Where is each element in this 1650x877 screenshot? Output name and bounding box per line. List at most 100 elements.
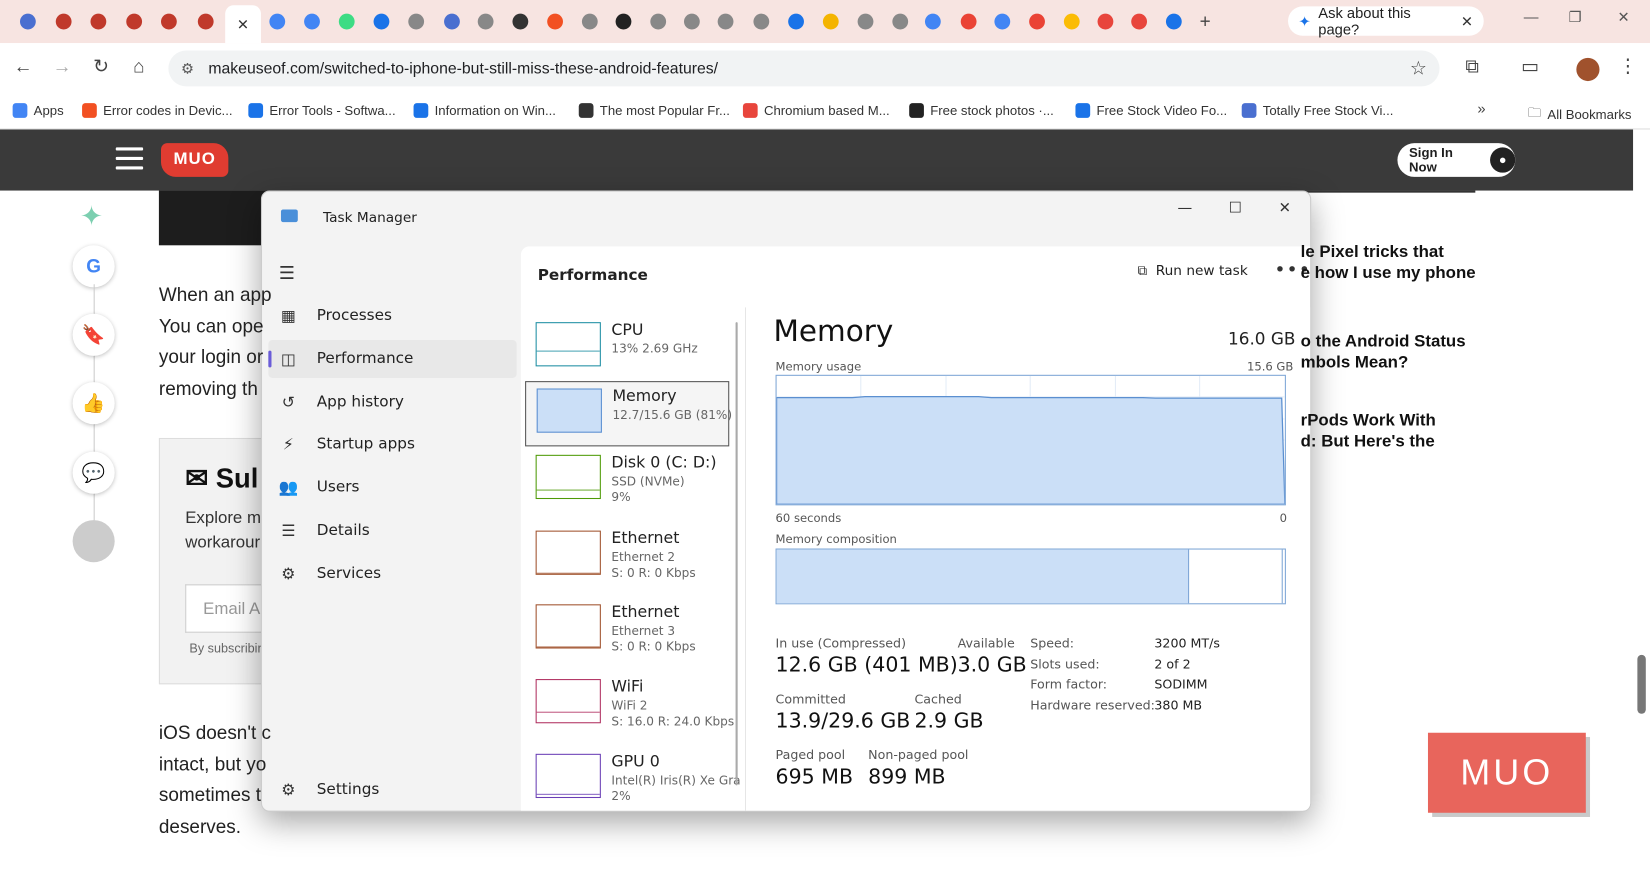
extensions-icon[interactable]: ⧉ — [1460, 56, 1485, 78]
resource-item-wifi[interactable]: WiFi WiFi 2 S: 16.0 R: 24.0 Kbps — [525, 673, 734, 738]
browser-tab[interactable] — [677, 7, 706, 34]
browser-tab[interactable] — [190, 7, 219, 34]
tm-maximize-icon[interactable]: ☐ — [1220, 200, 1252, 217]
resource-item-memory[interactable]: Memory 12.7/15.6 GB (81%) — [525, 381, 732, 447]
browser-tab[interactable] — [816, 7, 845, 34]
ask-about-page-tab[interactable]: ✦ Ask about this page? ✕ — [1288, 4, 1484, 38]
bookmark-icon[interactable]: 🔖 — [72, 313, 115, 356]
nav-startup-apps[interactable]: ⚡ Startup apps — [268, 425, 516, 463]
browser-tab[interactable] — [1159, 7, 1188, 34]
browser-tab[interactable] — [540, 7, 569, 34]
comments-icon[interactable]: 💬 — [72, 451, 115, 494]
user-avatar-icon[interactable] — [72, 520, 115, 563]
browser-tab[interactable] — [331, 7, 360, 34]
browser-tab[interactable] — [48, 7, 77, 34]
site-logo[interactable]: MUO — [161, 143, 229, 177]
browser-tab[interactable] — [885, 7, 914, 34]
related-article-link[interactable]: le Pixel tricks that e how I use my phone — [1301, 242, 1490, 284]
resource-item-disk[interactable]: Disk 0 (C: D:) SSD (NVMe) 9% — [525, 448, 729, 513]
bookmark-item[interactable]: Free stock photos ·... — [909, 103, 1054, 118]
browser-tab[interactable] — [575, 7, 604, 34]
profile-avatar[interactable] — [1576, 57, 1600, 82]
home-icon[interactable]: ⌂ — [126, 56, 151, 78]
browser-tab[interactable]: ✕ — [225, 5, 261, 44]
bookmark-item[interactable]: Totally Free Stock Vi... — [1241, 103, 1393, 118]
more-bookmarks-icon[interactable]: » — [1477, 100, 1485, 117]
bookmark-item[interactable]: Information on Win... — [413, 103, 556, 118]
browser-tab[interactable] — [1124, 7, 1153, 34]
nav-services[interactable]: ⚙ Services — [268, 555, 516, 593]
cast-search-icon[interactable]: ▭ — [1517, 56, 1542, 78]
bookmark-item[interactable]: Free Stock Video Fo... — [1075, 103, 1227, 118]
thumbs-up-icon[interactable]: 👍 — [72, 382, 115, 425]
resource-item-ethernet[interactable]: Ethernet Ethernet 2 S: 0 R: 0 Kbps — [525, 524, 729, 589]
browser-tab[interactable] — [987, 7, 1016, 34]
task-manager-window[interactable]: Task Manager — ☐ ✕ ☰ ⚙ Settings Performa… — [260, 190, 1312, 812]
browser-tab[interactable] — [262, 7, 291, 34]
browser-tab[interactable] — [437, 7, 466, 34]
resource-item-cpu[interactable]: CPU 13% 2.69 GHz — [525, 316, 729, 381]
hamburger-menu-icon[interactable] — [115, 147, 144, 170]
bookmark-item[interactable]: The most Popular Fr... — [578, 103, 730, 118]
bookmark-star-icon[interactable]: ☆ — [1410, 57, 1427, 79]
browser-tab[interactable] — [154, 7, 183, 34]
nav-details[interactable]: ☰ Details — [268, 512, 516, 550]
bookmark-item[interactable]: Error codes in Devic... — [82, 103, 233, 118]
browser-tab[interactable] — [83, 7, 112, 34]
browser-tab[interactable] — [505, 7, 534, 34]
bookmark-item[interactable]: Chromium based M... — [742, 103, 890, 118]
browser-tab[interactable] — [746, 7, 775, 34]
nav-performance[interactable]: ◫ Performance — [268, 340, 517, 378]
resource-item-ethernet[interactable]: Ethernet Ethernet 3 S: 0 R: 0 Kbps — [525, 598, 729, 663]
ai-sparkle-icon[interactable]: ✦ — [80, 200, 103, 233]
nav-processes[interactable]: ▦ Processes — [268, 297, 516, 335]
related-article-link[interactable]: o the Android Status mbols Mean? — [1301, 332, 1490, 374]
minimize-icon[interactable]: — — [1515, 8, 1547, 25]
close-icon[interactable]: ✕ — [1461, 12, 1473, 30]
resource-item-gpu[interactable]: GPU 0 Intel(R) Iris(R) Xe Gra 2% — [525, 747, 741, 810]
browser-tab[interactable] — [918, 7, 947, 34]
browser-tab[interactable] — [781, 7, 810, 34]
browser-tab[interactable] — [13, 7, 42, 34]
bookmark-item[interactable]: Apps — [12, 103, 64, 118]
sign-in-button[interactable]: Sign In Now ● — [1397, 143, 1516, 177]
address-bar[interactable]: ⚙ makeuseof.com/switched-to-iphone-but-s… — [168, 50, 1440, 87]
back-icon[interactable]: ← — [11, 56, 36, 78]
run-new-task-button[interactable]: ⧉ Run new task — [1138, 263, 1248, 279]
nav-hamburger-icon[interactable]: ☰ — [279, 263, 295, 284]
browser-tab[interactable] — [953, 7, 982, 34]
site-info-icon[interactable]: ⚙ — [181, 59, 194, 77]
browser-tab[interactable] — [119, 7, 148, 34]
nav-settings[interactable]: ⚙ Settings — [268, 771, 516, 809]
browser-tab[interactable] — [366, 7, 395, 34]
browser-tab[interactable] — [850, 7, 879, 34]
close-window-icon[interactable]: ✕ — [1608, 8, 1640, 26]
restore-icon[interactable]: ❐ — [1560, 8, 1592, 26]
page-scrollbar[interactable] — [1633, 129, 1650, 877]
performance-icon: ◫ — [280, 349, 296, 369]
new-tab-icon[interactable]: + — [1200, 11, 1211, 33]
browser-tab[interactable] — [1022, 7, 1051, 34]
bookmark-item[interactable]: Error Tools - Softwa... — [248, 103, 396, 118]
browser-tab[interactable] — [643, 7, 672, 34]
browser-tab[interactable] — [1057, 7, 1086, 34]
nav-app-history[interactable]: ↺ App history — [268, 383, 516, 421]
close-tab-icon[interactable]: ✕ — [237, 15, 249, 33]
related-article-link[interactable]: rPods Work With d: But Here's the — [1301, 411, 1490, 453]
browser-tab[interactable] — [608, 7, 637, 34]
menu-kebab-icon[interactable]: ⋮ — [1615, 56, 1640, 78]
all-bookmarks[interactable]: 🗀 All Bookmarks — [1528, 103, 1632, 125]
browser-tab[interactable] — [401, 7, 430, 34]
tm-close-icon[interactable]: ✕ — [1269, 200, 1301, 217]
tm-minimize-icon[interactable]: — — [1169, 200, 1201, 217]
browser-tab[interactable] — [710, 7, 739, 34]
reload-icon[interactable]: ↻ — [88, 56, 113, 78]
browser-tab[interactable] — [297, 7, 326, 34]
scrollbar-thumb[interactable] — [1637, 654, 1646, 714]
forward-icon[interactable]: → — [49, 56, 74, 78]
resource-list-scrollbar[interactable] — [735, 322, 738, 786]
google-icon[interactable]: G — [72, 245, 115, 288]
nav-users[interactable]: 👥 Users — [268, 468, 516, 506]
browser-tab[interactable] — [1090, 7, 1119, 34]
browser-tab[interactable] — [470, 7, 499, 34]
